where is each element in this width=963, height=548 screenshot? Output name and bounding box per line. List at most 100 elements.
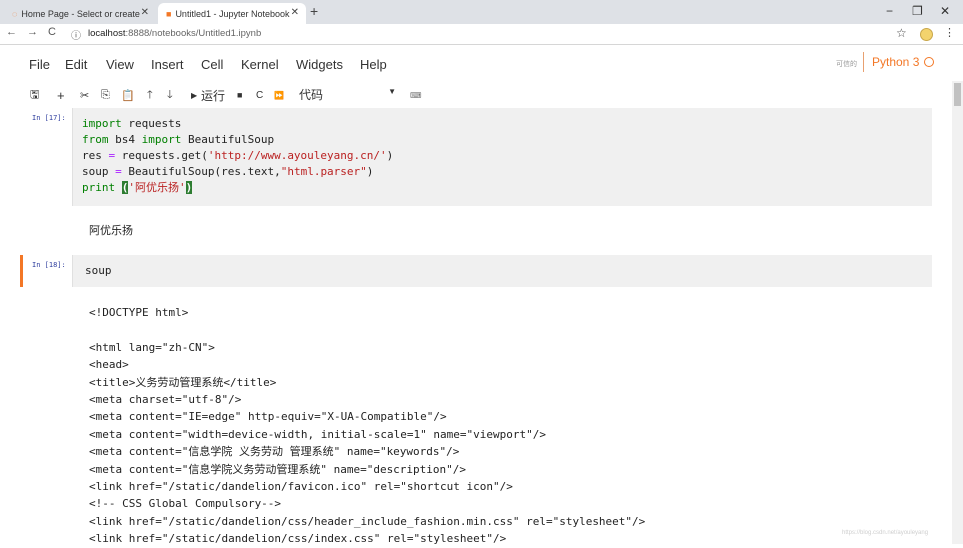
move-up-icon[interactable]: 🡑 xyxy=(147,86,153,104)
bookmark-star-icon[interactable]: ☆ xyxy=(896,26,907,40)
code-token: requests xyxy=(121,117,182,130)
output-line: <meta content="信息学院义务劳动管理系统" name="descr… xyxy=(89,462,467,476)
code-token: BeautifulSoup xyxy=(181,133,275,146)
code-token: import xyxy=(82,117,122,130)
output-line: <html lang="zh-CN"> xyxy=(89,340,215,354)
menu-view[interactable]: View xyxy=(106,57,134,72)
kernel-name: Python 3 xyxy=(872,55,920,69)
keyboard-icon[interactable]: ⌨ xyxy=(410,86,422,104)
menu-kernel[interactable]: Kernel xyxy=(241,57,279,72)
copy-icon[interactable]: ⎘ xyxy=(101,86,110,104)
menu-help[interactable]: Help xyxy=(360,57,387,72)
notebook-area: In [17]: import requests from bs4 import… xyxy=(0,106,952,545)
output-line: <link href="/static/dandelion/css/index.… xyxy=(89,532,507,546)
code-token: requests.get( xyxy=(115,149,208,162)
restart-icon[interactable]: C xyxy=(256,86,263,104)
code-text: import requests from bs4 import Beautifu… xyxy=(82,116,393,196)
trusted-indicator[interactable]: 可信的 xyxy=(836,59,857,69)
cell-output: 阿优乐扬 xyxy=(89,225,133,237)
code-token: '阿优乐扬' xyxy=(128,181,186,194)
output-line: <head> xyxy=(89,358,129,372)
notebook-tab-icon: ■ xyxy=(166,8,172,19)
output-line: <!DOCTYPE html> xyxy=(89,306,189,319)
window-close-icon[interactable]: ✕ xyxy=(940,4,950,18)
extension-icon[interactable] xyxy=(920,28,933,41)
dropdown-icon: ▼ xyxy=(388,87,396,96)
new-tab-icon[interactable]: + xyxy=(310,3,318,19)
menu-cell[interactable]: Cell xyxy=(201,57,223,72)
menu-file[interactable]: File xyxy=(29,57,50,72)
code-token: ) xyxy=(386,149,394,162)
menu-edit[interactable]: Edit xyxy=(65,57,87,72)
code-input[interactable]: import requests from bs4 import Beautifu… xyxy=(72,108,932,206)
code-token: print xyxy=(82,181,116,194)
kernel-idle-icon xyxy=(924,57,934,67)
jupyter-menubar: File Edit View Insert Cell Kernel Widget… xyxy=(0,45,963,81)
browser-tab-notebook[interactable]: ■ Untitled1 - Jupyter Notebook ✕ xyxy=(158,3,306,24)
matched-bracket: ) xyxy=(185,181,193,194)
code-cell-selected[interactable]: In [18]: soup xyxy=(20,255,932,287)
code-cell[interactable]: In [17]: import requests from bs4 import… xyxy=(20,108,932,206)
jupyter-tab-icon: ◌ xyxy=(12,8,18,19)
save-icon[interactable]: 🖫 xyxy=(30,86,39,104)
url-field[interactable]: localhost:8888/notebooks/Untitled1.ipynb xyxy=(88,28,261,39)
cell-prompt: In [18]: xyxy=(32,261,66,269)
restore-icon[interactable]: ❐ xyxy=(912,4,923,18)
browser-menu-icon[interactable]: ⋮ xyxy=(944,26,955,39)
cut-icon[interactable]: ✂ xyxy=(80,86,89,104)
scrollbar-thumb[interactable] xyxy=(954,83,961,106)
back-icon[interactable]: ← xyxy=(6,26,17,38)
run-button[interactable]: 运行 xyxy=(201,87,225,104)
site-info-icon[interactable]: ⓘ xyxy=(71,27,81,42)
kernel-indicator: Python 3 xyxy=(863,52,942,72)
cell-type-select[interactable]: 代码 ▼ xyxy=(296,86,400,103)
code-token: res xyxy=(82,149,109,162)
output-line: <link href="/static/dandelion/css/header… xyxy=(89,514,646,528)
output-line: <!-- CSS Global Compulsory--> xyxy=(89,497,282,511)
close-icon[interactable]: ✕ xyxy=(141,7,149,18)
run-icon[interactable]: ▶ xyxy=(191,86,197,104)
paste-icon[interactable]: 📋 xyxy=(121,86,135,104)
move-down-icon[interactable]: 🡓 xyxy=(167,86,173,104)
code-token: bs4 xyxy=(108,133,142,146)
cell-output: <!DOCTYPE html> ​ <html lang="zh-CN"> <head… xyxy=(89,304,645,548)
notebook-toolbar: 🖫 + ✂ ⎘ 📋 🡑 🡓 ▶ 运行 ■ C ⏩ 代码 ▼ ⌨ xyxy=(0,84,963,106)
code-token: soup xyxy=(82,165,116,178)
tab-title: Untitled1 - Jupyter Notebook xyxy=(175,8,290,19)
code-text: soup xyxy=(85,264,112,277)
code-token: = xyxy=(115,165,122,178)
output-line: ​ xyxy=(89,321,645,338)
reload-icon[interactable]: C xyxy=(48,26,56,38)
menu-insert[interactable]: Insert xyxy=(151,57,184,72)
code-token: ) xyxy=(366,165,374,178)
insert-cell-icon[interactable]: + xyxy=(57,86,65,104)
url-host: localhost xyxy=(88,28,126,39)
browser-tab-strip: ◌ Home Page - Select or create ✕ ■ Untit… xyxy=(0,0,963,24)
code-token: 'http://www.ayouleyang.cn/' xyxy=(207,149,387,162)
output-line: <link href="/static/dandelion/favicon.ic… xyxy=(89,480,513,494)
code-token: from xyxy=(82,133,109,146)
fast-forward-icon[interactable]: ⏩ xyxy=(274,86,284,104)
tab-title: Home Page - Select or create xyxy=(21,8,140,19)
scrollbar[interactable] xyxy=(952,81,963,544)
cell-type-value: 代码 xyxy=(299,88,324,102)
output-line: <meta content="width=device-width, initi… xyxy=(89,427,546,441)
output-line: <title>义务劳动管理系统</title> xyxy=(89,375,277,389)
code-token: import xyxy=(141,133,182,146)
stop-icon[interactable]: ■ xyxy=(237,86,242,104)
forward-icon[interactable]: → xyxy=(27,26,38,38)
cell-prompt: In [17]: xyxy=(32,114,66,122)
code-token: "html.parser" xyxy=(280,165,367,178)
close-icon[interactable]: ✕ xyxy=(291,7,299,18)
minimize-icon[interactable]: − xyxy=(886,4,893,18)
browser-tab-home[interactable]: ◌ Home Page - Select or create ✕ xyxy=(4,3,156,24)
output-line: <meta charset="utf-8"/> xyxy=(89,393,242,407)
menu-widgets[interactable]: Widgets xyxy=(296,57,343,72)
watermark: https://blog.csdn.net/ayouleyang xyxy=(842,530,929,536)
code-input[interactable]: soup xyxy=(72,255,932,287)
output-line: <meta content="IE=edge" http-equiv="X-UA… xyxy=(89,410,447,424)
url-path: :8888/notebooks/Untitled1.ipynb xyxy=(125,28,262,39)
output-line: <meta content="信息学院 义务劳动 管理系统" name="key… xyxy=(89,445,460,459)
code-token: BeautifulSoup(res.text, xyxy=(121,165,281,178)
